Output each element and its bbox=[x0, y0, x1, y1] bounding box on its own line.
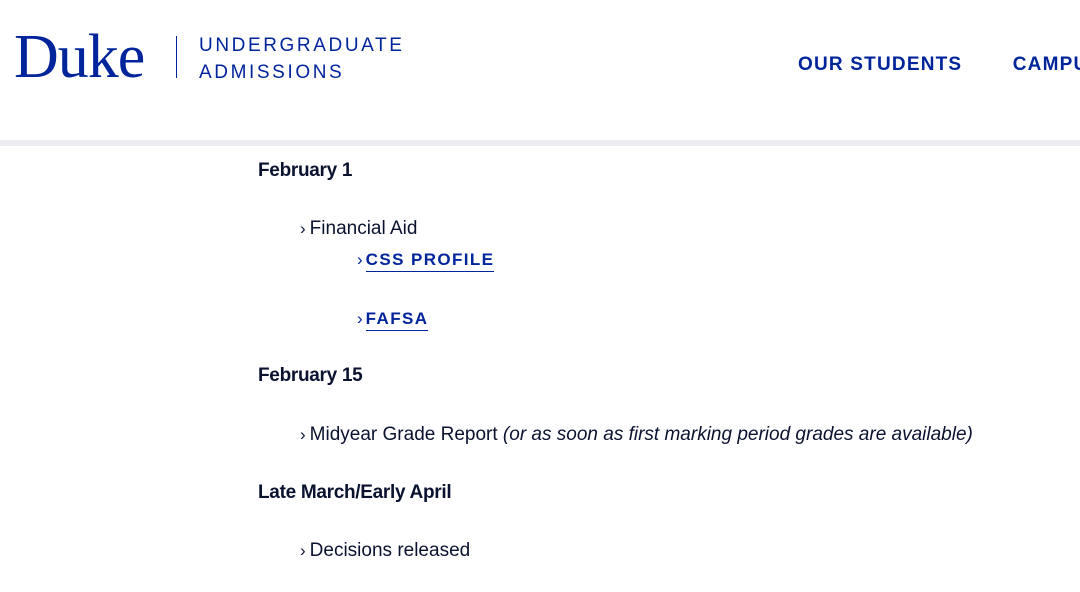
sublist-item-css-profile: › CSS PROFILE bbox=[357, 250, 495, 272]
date-heading: Late March/Early April bbox=[258, 482, 452, 503]
chevron-right-icon: › bbox=[357, 309, 363, 328]
list-item-midyear-report: › Midyear Grade Report (or as soon as fir… bbox=[300, 424, 973, 446]
item-label: Financial Aid bbox=[309, 218, 418, 239]
item-note: (or as soon as first marking period grad… bbox=[502, 424, 973, 445]
chevron-right-icon: › bbox=[300, 425, 306, 444]
nav-item-campus[interactable]: CAMPU bbox=[1013, 54, 1080, 76]
main-nav: OUR STUDENTS CAMPU bbox=[798, 54, 1080, 76]
logo-subtitle[interactable]: UNDERGRADUATE ADMISSIONS bbox=[199, 32, 405, 86]
chevron-right-icon: › bbox=[300, 219, 306, 238]
sublist-item-fafsa: › FAFSA bbox=[357, 309, 429, 331]
fafsa-link[interactable]: FAFSA bbox=[365, 309, 429, 331]
duke-logo-wordmark[interactable]: Duke bbox=[14, 22, 145, 92]
logo-subtitle-line1: UNDERGRADUATE bbox=[199, 35, 405, 56]
date-heading: February 1 bbox=[258, 160, 353, 181]
list-item-decisions: › Decisions released bbox=[300, 540, 470, 562]
item-label: Decisions released bbox=[309, 540, 471, 561]
chevron-right-icon: › bbox=[300, 541, 306, 560]
site-header: Duke UNDERGRADUATE ADMISSIONS OUR STUDEN… bbox=[0, 0, 1080, 146]
logo-divider bbox=[176, 36, 177, 78]
item-label: Midyear Grade Report bbox=[309, 424, 498, 445]
deadlines-content: February 1 › Financial Aid › CSS PROFILE ›… bbox=[0, 146, 1080, 592]
list-item-financial-aid: › Financial Aid bbox=[300, 218, 417, 240]
logo-subtitle-line2: ADMISSIONS bbox=[199, 62, 345, 83]
chevron-right-icon: › bbox=[357, 250, 363, 269]
date-heading: February 15 bbox=[258, 365, 363, 386]
css-profile-link[interactable]: CSS PROFILE bbox=[365, 250, 495, 272]
nav-item-our-students[interactable]: OUR STUDENTS bbox=[798, 54, 962, 76]
